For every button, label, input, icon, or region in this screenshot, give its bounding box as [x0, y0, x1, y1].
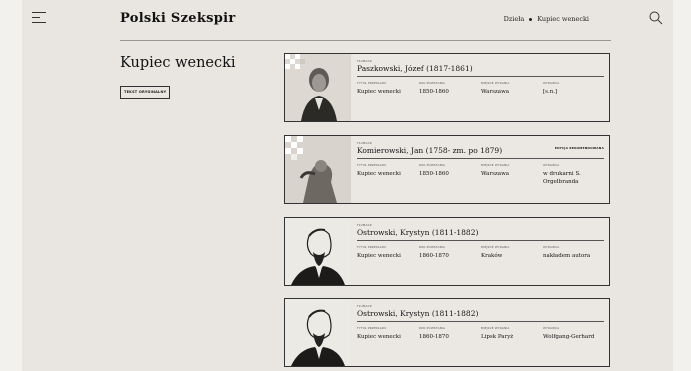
year-label: ROK POWSTANIA — [419, 326, 446, 330]
translation-year: 1850-1860 — [419, 89, 449, 95]
year-label: ROK POWSTANIA — [419, 81, 446, 85]
breadcrumb-link-works[interactable]: Dzieła — [504, 15, 525, 23]
publisher: nakładem autora — [543, 253, 591, 259]
translation-info: TŁUMACZ Paszkowski, Józef (1817-1861) TY… — [357, 59, 604, 96]
translation-card[interactable]: TŁUMACZ Paszkowski, Józef (1817-1861) TY… — [284, 53, 610, 122]
translator-name[interactable]: Paszkowski, Józef (1817-1861) — [357, 64, 604, 77]
translation-year: 1860-1870 — [419, 334, 449, 340]
translation-card[interactable]: EDYCJA REKOMENDOWANA TŁUMACZ Komierowski… — [284, 135, 610, 204]
recommended-edition-badge: EDYCJA REKOMENDOWANA — [554, 146, 604, 150]
translator-label: TŁUMACZ — [357, 59, 372, 63]
page-title: Kupiec wenecki — [120, 55, 236, 71]
publisher: Wolfgang-Gerhard — [543, 334, 595, 340]
translation-meta: TYTUŁ PRZEKŁADU Kupiec wenecki ROK POWSTA… — [357, 245, 604, 260]
place-label: MIEJSCE WYDANIA — [481, 326, 510, 330]
search-icon[interactable] — [649, 11, 663, 25]
site-logo[interactable]: Polski Szekspir — [120, 11, 236, 26]
translation-meta: TYTUŁ PRZEKŁADU Kupiec wenecki ROK POWSTA… — [357, 81, 604, 96]
header-divider — [120, 40, 611, 41]
place-label: MIEJSCE WYDANIA — [481, 245, 510, 249]
translator-portrait-image — [285, 299, 351, 366]
year-label: ROK POWSTANIA — [419, 163, 446, 167]
title-label: TYTUŁ PRZEKŁADU — [357, 81, 387, 85]
translation-card[interactable]: TŁUMACZ Ostrowski, Krystyn (1811-1882) T… — [284, 298, 610, 367]
translation-meta: TYTUŁ PRZEKŁADU Kupiec wenecki ROK POWSTA… — [357, 326, 604, 341]
translation-title: Kupiec wenecki — [357, 89, 401, 95]
title-label: TYTUŁ PRZEKŁADU — [357, 326, 387, 330]
place-label: MIEJSCE WYDANIA — [481, 81, 510, 85]
publisher-label: WYDAWCA — [543, 81, 560, 85]
translation-card[interactable]: TŁUMACZ Ostrowski, Krystyn (1811-1882) T… — [284, 217, 610, 286]
publication-place: Lipsk Paryż — [481, 334, 514, 340]
publisher-label: WYDAWCA — [543, 326, 560, 330]
translation-title: Kupiec wenecki — [357, 171, 401, 177]
translator-label: TŁUMACZ — [357, 141, 372, 145]
publisher: [s.n.] — [543, 89, 558, 95]
page-canvas: Polski Szekspir Dzieła Kupiec wenecki Ku… — [22, 0, 673, 371]
title-label: TYTUŁ PRZEKŁADU — [357, 245, 387, 249]
original-text-button[interactable]: TEKST ORYGINALNY — [120, 86, 171, 99]
translation-info: TŁUMACZ Ostrowski, Krystyn (1811-1882) T… — [357, 223, 604, 260]
translation-title: Kupiec wenecki — [357, 253, 401, 259]
translation-info: TŁUMACZ Ostrowski, Krystyn (1811-1882) T… — [357, 304, 604, 341]
place-label: MIEJSCE WYDANIA — [481, 163, 510, 167]
publication-place: Warszawa — [481, 171, 510, 177]
publisher-label: WYDAWCA — [543, 163, 560, 167]
breadcrumb-current: Kupiec wenecki — [537, 15, 589, 23]
translation-title: Kupiec wenecki — [357, 334, 401, 340]
translation-year: 1860-1870 — [419, 253, 449, 259]
menu-icon[interactable] — [32, 12, 46, 24]
publisher-label: WYDAWCA — [543, 245, 560, 249]
title-label: TYTUŁ PRZEKŁADU — [357, 163, 387, 167]
translation-meta: TYTUŁ PRZEKŁADU Kupiec wenecki ROK POWSTA… — [357, 163, 604, 186]
translator-name[interactable]: Ostrowski, Krystyn (1811-1882) — [357, 228, 604, 241]
breadcrumb: Dzieła Kupiec wenecki — [504, 15, 589, 23]
translator-portrait-image — [285, 136, 351, 203]
translator-portrait-image — [285, 54, 351, 121]
publisher: w drukarni S. Orgelbranda — [543, 171, 581, 185]
publication-place: Warszawa — [481, 89, 510, 95]
translator-label: TŁUMACZ — [357, 304, 372, 308]
translation-year: 1850-1860 — [419, 171, 449, 177]
breadcrumb-separator-dot — [529, 17, 533, 21]
translation-info: EDYCJA REKOMENDOWANA TŁUMACZ Komierowski… — [357, 141, 604, 186]
translator-name[interactable]: Ostrowski, Krystyn (1811-1882) — [357, 309, 604, 322]
translator-label: TŁUMACZ — [357, 223, 372, 227]
year-label: ROK POWSTANIA — [419, 245, 446, 249]
publication-place: Kraków — [481, 253, 503, 259]
translator-portrait-image — [285, 218, 351, 285]
